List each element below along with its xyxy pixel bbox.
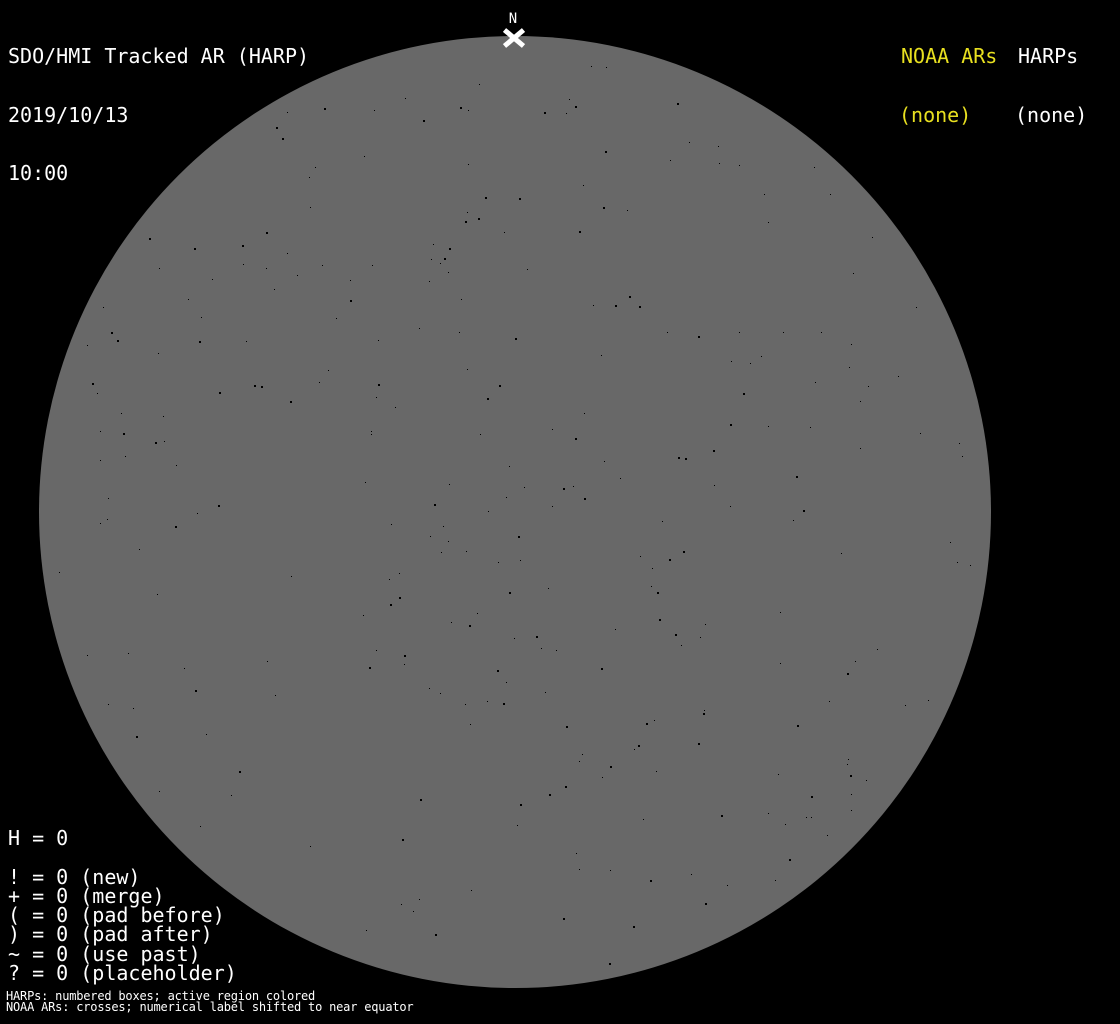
page-title: SDO/HMI Tracked AR (HARP): [8, 44, 310, 68]
date-label: 2019/10/13: [8, 102, 129, 127]
harps-status: HARPs (none): [1015, 8, 1087, 164]
footer-notes: HARPs: numbered boxes; active region col…: [6, 990, 414, 1015]
counters-legend: H = 0 ! = 0 (new) + = 0 (merge)( = 0 (pad…: [8, 826, 237, 986]
noaa-ars-label: NOAA ARs: [901, 44, 998, 68]
harp-tracking-map: SDO/HMI Tracked AR (HARP) 2019/10/13 10:…: [0, 0, 1120, 1024]
header: SDO/HMI Tracked AR (HARP) 2019/10/13 10:…: [8, 8, 309, 223]
harps-label: HARPs: [1018, 44, 1079, 68]
noaa-ars-value: (none): [899, 102, 972, 127]
legend-line: H = 0: [8, 826, 69, 850]
harps-value: (none): [1015, 102, 1088, 127]
north-label: N: [508, 11, 518, 27]
noaa-ars-status: NOAA ARs (none): [899, 8, 997, 164]
time-label: 10:00: [8, 161, 69, 185]
north-cross-icon: [502, 28, 526, 48]
legend-line: ? = 0 (placeholder): [8, 961, 237, 986]
legend-line: NOAA ARs: crosses; numerical label shift…: [6, 1000, 414, 1015]
